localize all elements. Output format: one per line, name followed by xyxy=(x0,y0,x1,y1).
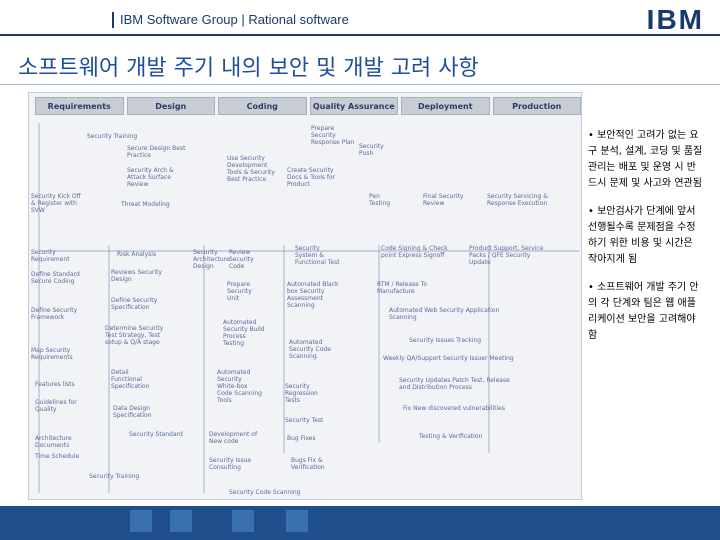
node-security-docs: Create Security Docs & Tools for Product xyxy=(287,167,336,188)
node-build-process: Automated Security Build Process Testing xyxy=(223,319,265,347)
node-regression-tests: Security Regression Tests xyxy=(285,383,318,404)
node-architecture-docs: Architecture Documents xyxy=(35,435,72,449)
node-security-unit: Prepare Security Unit xyxy=(227,281,252,302)
node-functional-spec: Detail Functional Specification xyxy=(111,369,150,390)
node-whitebox: Automated Security White-box Code Scanni… xyxy=(217,369,262,404)
node-security-standard: Security Standard xyxy=(129,431,183,438)
sdlc-security-diagram: Requirements Design Coding Quality Assur… xyxy=(28,92,582,500)
title-rule xyxy=(0,84,720,85)
node-map-requirements: Map Security Requirements xyxy=(31,347,73,361)
node-security-test: Security Test xyxy=(285,417,324,424)
node-bugs-fix: Bugs Fix & Verification xyxy=(291,457,325,471)
bullet-item: • 소프트웨어 개발 주기 안의 각 단계와 팀은 웹 애플리케이션 보안을 고… xyxy=(588,282,699,341)
node-weekly-meeting: Weekly QA/Support Security Issuer Meetin… xyxy=(383,355,514,362)
node-system-test: Security System & Functional Test xyxy=(295,245,340,266)
footer-image-tile xyxy=(232,510,254,532)
node-testing-verification: Testing & Verification xyxy=(419,433,483,440)
node-new-code: Development of New code xyxy=(209,431,258,445)
node-fix-vulnerabilities: Fix New discovered vulnerabilities xyxy=(403,405,505,412)
node-code-scanning-auto: Automated Security Code Scanning xyxy=(289,339,331,360)
node-security-training-bottom: Security Training xyxy=(89,473,140,480)
footer-banner xyxy=(0,506,720,540)
slide-title: 소프트웨어 개발 주기 내의 보안 및 개발 고려 사항 xyxy=(18,56,479,81)
node-code-signing: Code Signing & Check point Express Signo… xyxy=(381,245,448,259)
node-threat-modeling: Threat Modeling xyxy=(121,201,170,208)
node-secure-coding: Define Standard Secure Coding xyxy=(31,271,80,285)
node-blackbox: Automated Black box Security Assessment … xyxy=(287,281,339,309)
node-security-specification: Define Security Specification xyxy=(111,297,158,311)
node-features-lists: Features lists xyxy=(35,381,75,388)
footer-image-tile xyxy=(130,510,152,532)
node-arch-design: Security Architecture Design xyxy=(193,249,230,270)
node-web-scanning: Automated Web Security Application Scann… xyxy=(389,307,500,321)
node-pen-testing: Pen Testing xyxy=(369,193,391,207)
node-patch-process: Security Updates Patch Test, Release and… xyxy=(399,377,510,391)
node-product-support: Product Support, Service Packs / QFE Sec… xyxy=(469,245,544,266)
node-issue-consulting: Security Issue Consulting xyxy=(209,457,252,471)
footer-image-tile xyxy=(286,510,308,532)
bullet-item: • 보안검사가 단계에 앞서 선행될수록 문제점을 수정하기 위한 비용 및 시… xyxy=(588,206,696,265)
node-final-review: Final Security Review xyxy=(423,193,464,207)
node-security-framework: Define Security Framework xyxy=(31,307,78,321)
node-arch-review: Security Arch & Attack Surface Review xyxy=(127,167,174,188)
node-review-code: Review Security Code xyxy=(229,249,254,270)
node-security-push: Security Push xyxy=(359,143,384,157)
node-dev-tools: Use Security Development Tools & Securit… xyxy=(227,155,275,183)
node-time-schedule: Time Schedule xyxy=(35,453,80,460)
node-rtm: RTM / Release To Manufacture xyxy=(377,281,428,295)
node-issues-tracking: Security Issues Tracking xyxy=(409,337,482,344)
node-secure-design: Secure Design Best Practice xyxy=(127,145,186,159)
node-kickoff: Security Kick Off & Register with SVW xyxy=(31,193,81,214)
node-security-training: Security Training xyxy=(87,133,138,140)
node-response-plan: Prepare Security Response Plan xyxy=(311,125,355,146)
node-bug-fixes: Bug Fixes xyxy=(287,435,316,442)
node-test-strategy: Determine Security Test Strategy, Test s… xyxy=(105,325,164,346)
header-rule xyxy=(0,34,720,36)
node-risk-analysis: Risk Analysis xyxy=(117,251,157,258)
node-servicing: Security Servicing & Response Execution xyxy=(487,193,548,207)
node-reviews-design: Reviews Security Design xyxy=(111,269,163,283)
footer-image-tile xyxy=(170,510,192,532)
bullet-item: • 보안적인 고려가 없는 요구 분석, 설계, 코딩 및 품질관리는 배포 및… xyxy=(588,130,703,189)
bullet-list: • 보안적인 고려가 없는 요구 분석, 설계, 코딩 및 품질관리는 배포 및… xyxy=(588,128,704,356)
header-group-label: IBM Software Group | Rational software xyxy=(112,12,349,28)
ibm-logo: IBM xyxy=(646,4,704,35)
node-data-design: Data Design Specification xyxy=(113,405,152,419)
node-guidelines: Guidelines for Quality xyxy=(35,399,77,413)
node-security-requirement: Security Requirement xyxy=(31,249,70,263)
node-code-scanning-bottom: Security Code Scanning xyxy=(229,489,301,496)
